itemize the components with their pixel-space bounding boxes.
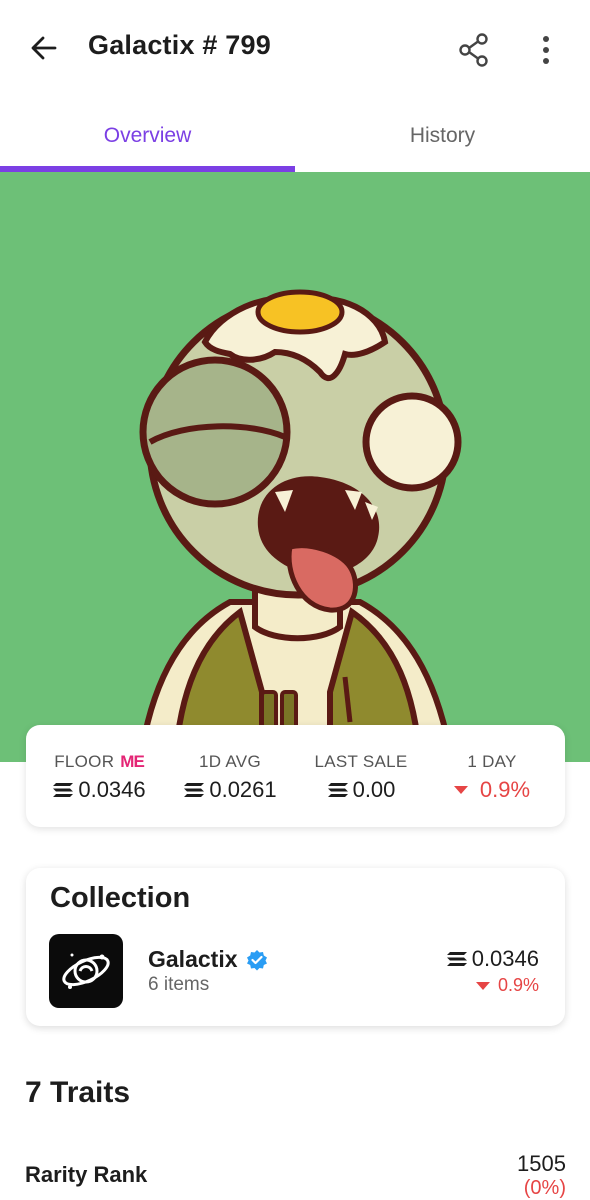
stat-floor: FLOOR ME 0.0346 — [32, 725, 166, 827]
solana-icon — [327, 783, 348, 797]
tab-bar: Overview History — [0, 100, 590, 172]
nft-image[interactable] — [0, 172, 590, 762]
share-icon — [459, 33, 488, 67]
collection-floor-price: 0.0346 — [471, 946, 539, 971]
stat-floor-value: 0.0346 — [78, 777, 146, 802]
stat-1-day-label: 1 DAY — [467, 752, 517, 771]
stat-1d-avg-label: 1D AVG — [199, 752, 261, 771]
verified-badge-icon — [246, 949, 267, 970]
collection-price-change: 0.9% — [497, 975, 539, 995]
stat-1d-avg: 1D AVG 0.0261 — [163, 725, 297, 827]
app-bar: Galactix # 799 — [0, 0, 590, 96]
collection-items-count: 6 items — [148, 974, 210, 995]
collection-card[interactable]: Collection Galactix 6 items 0.0346 0.9% — [26, 868, 565, 1026]
stat-floor-label: FLOOR — [54, 752, 115, 771]
stat-last-sale-value: 0.00 — [352, 777, 396, 802]
stat-last-sale-label: LAST SALE — [314, 752, 408, 771]
tab-overview[interactable]: Overview — [0, 100, 295, 172]
solana-icon — [53, 783, 74, 797]
traits-heading: 7 Traits — [25, 1076, 131, 1109]
rarity-rank-label: Rarity Rank — [25, 1162, 148, 1187]
galactix-logo-icon — [62, 953, 110, 989]
magic-eden-icon: ME — [120, 752, 144, 771]
price-stats-card: FLOOR ME 0.0346 1D AVG 0.0261 LAST SALE … — [26, 725, 565, 827]
collection-name: Galactix — [148, 946, 238, 972]
more-vertical-icon — [543, 36, 549, 64]
rarity-rank-percent: (0%) — [523, 1177, 566, 1199]
stat-last-sale: LAST SALE 0.00 — [294, 725, 428, 827]
stat-1-day-value: 0.9% — [479, 777, 531, 802]
stat-1d-avg-value: 0.0261 — [209, 777, 277, 802]
zombie-character-illustration — [136, 289, 462, 762]
arrow-left-icon — [31, 36, 57, 60]
back-button[interactable] — [24, 28, 64, 68]
down-arrow-icon — [475, 981, 490, 990]
down-arrow-icon — [453, 786, 468, 794]
collection-heading: Collection — [50, 882, 191, 914]
stat-1-day: 1 DAY 0.9% — [425, 725, 559, 827]
tab-history[interactable]: History — [295, 100, 590, 172]
rarity-rank-value: 1505 — [517, 1151, 566, 1176]
page-title: Galactix # 799 — [88, 30, 271, 60]
solana-icon — [446, 952, 467, 966]
more-options-button[interactable] — [526, 28, 566, 72]
collection-avatar — [49, 934, 123, 1008]
share-button[interactable] — [452, 28, 496, 72]
solana-icon — [184, 783, 205, 797]
